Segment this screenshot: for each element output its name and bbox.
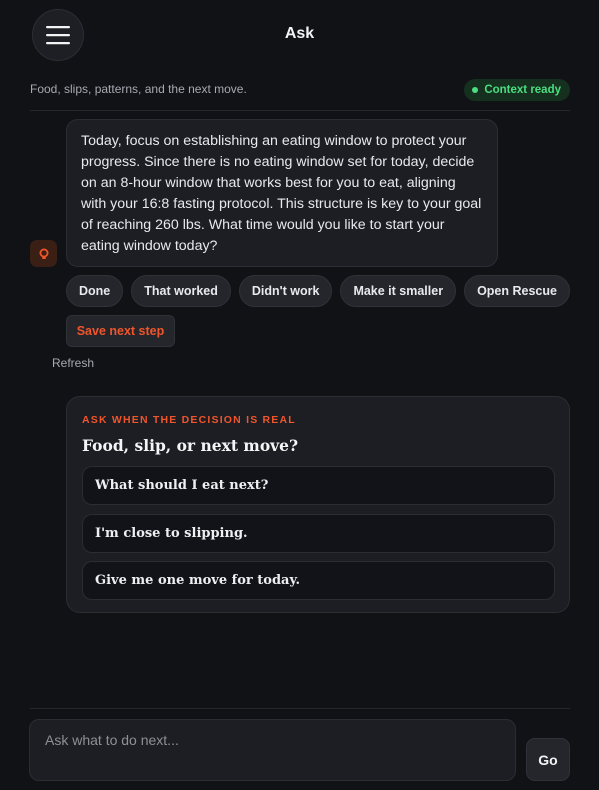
ask-card-eyebrow: ASK WHEN THE DECISION IS REAL bbox=[82, 414, 296, 426]
status-dot-icon bbox=[472, 87, 479, 93]
header-divider bbox=[30, 110, 570, 111]
make-it-smaller-button[interactable]: Make it smaller bbox=[340, 275, 457, 307]
that-worked-button[interactable]: That worked bbox=[131, 275, 231, 307]
page-subtitle: Food, slips, patterns, and the next move… bbox=[30, 82, 247, 96]
save-next-step-button[interactable]: Save next step bbox=[66, 315, 175, 347]
go-button[interactable]: Go bbox=[526, 738, 570, 781]
ask-input[interactable] bbox=[29, 719, 516, 781]
open-rescue-button[interactable]: Open Rescue bbox=[464, 275, 570, 307]
composer-divider bbox=[30, 708, 570, 709]
ask-card-heading: Food, slip, or next move? bbox=[82, 436, 299, 455]
quick-actions: Done That worked Didn't work Make it sma… bbox=[66, 275, 570, 307]
refresh-link[interactable]: Refresh bbox=[52, 356, 94, 370]
assistant-message: Today, focus on establishing an eating w… bbox=[66, 119, 498, 267]
bulb-icon bbox=[39, 248, 48, 259]
ask-card: ASK WHEN THE DECISION IS REAL Food, slip… bbox=[66, 396, 570, 613]
prompt-close-to-slipping[interactable]: I'm close to slipping. bbox=[82, 514, 555, 553]
context-status-label: Context ready bbox=[484, 84, 561, 96]
done-button[interactable]: Done bbox=[66, 275, 124, 307]
didnt-work-button[interactable]: Didn't work bbox=[238, 275, 333, 307]
prompt-one-move[interactable]: Give me one move for today. bbox=[82, 561, 555, 600]
context-status-badge: Context ready bbox=[464, 79, 570, 101]
prompt-what-to-eat[interactable]: What should I eat next? bbox=[82, 466, 555, 505]
page-title: Ask bbox=[284, 25, 315, 42]
ask-screen: Ask Food, slips, patterns, and the next … bbox=[0, 0, 599, 790]
assistant-avatar bbox=[30, 240, 57, 267]
